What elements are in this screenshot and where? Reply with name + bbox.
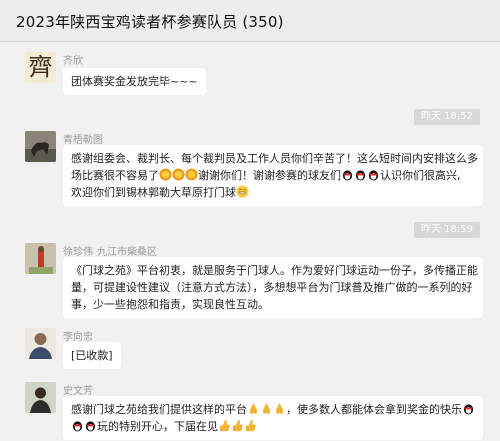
message-text: 认识你们很高兴, [380, 169, 461, 182]
horse-photo-icon [25, 131, 56, 162]
message-text: 团体赛奖金发放完毕~~~ [71, 75, 198, 88]
sender-name: 史文芳 [63, 386, 93, 397]
message-text: [已收款] [71, 349, 113, 362]
message-line: 感谢组委会、裁判长、每个裁判员及工作人员你们辛苦了！这么短时间内安排这么多 [71, 152, 478, 165]
sun-emoji-icon [185, 168, 198, 181]
pray-emoji-icon [262, 402, 271, 415]
message-bubble[interactable]: 《门球之苑》平台初衷，就是服务于门球人。作为爱好门球运动一份子，多传播正能 量，… [63, 257, 483, 318]
chat-area[interactable]: 齊 齐欣 团体赛奖金发放完毕~~~ 昨天 18:52 青梧勒图 感谢组委会、裁判… [0, 42, 500, 441]
sender-name: 齐欣 [63, 56, 83, 67]
chat-header: 2023年陕西宝鸡读者杯参赛队员 (350) [0, 0, 500, 42]
message-line: 玩的特别开心，下届在见 [71, 418, 475, 435]
avatar[interactable] [25, 243, 56, 274]
sender-location: 九江市柴桑区 [97, 247, 157, 258]
grin-emoji-icon [236, 185, 249, 198]
message-line: 欢迎你们到锡林郭勒大草原打门球 [71, 184, 475, 201]
avatar[interactable] [25, 328, 56, 359]
sender-name: 徐珍伟 [63, 247, 93, 258]
thumbs-up-emoji-icon [245, 419, 256, 432]
avatar-glyph: 齊 [28, 53, 53, 81]
qq-penguin-emoji-icon [85, 421, 96, 432]
message-text: 场比赛很不容易了 [71, 169, 159, 182]
message-text: ，使多数人都能体会拿到奖金的快乐 [286, 403, 462, 416]
person-photo-icon [25, 328, 56, 359]
sun-emoji-icon [159, 168, 172, 181]
avatar[interactable] [25, 131, 56, 162]
group-title: 2023年陕西宝鸡读者杯参赛队员 (350) [16, 13, 284, 31]
thumbs-up-emoji-icon [232, 419, 243, 432]
pray-emoji-icon [275, 402, 284, 415]
message-text: 欢迎你们到锡林郭勒大草原打门球 [71, 186, 236, 199]
qq-penguin-emoji-icon [355, 170, 366, 181]
message-line: 场比赛很不容易了 谢谢你们！谢谢参赛的球友们 认识你们很高兴, [71, 167, 475, 184]
qq-penguin-emoji-icon [342, 170, 353, 181]
message-text: 感谢门球之苑给我们提供这样的平台 [71, 403, 247, 416]
sun-emoji-icon [172, 168, 185, 181]
qq-penguin-emoji-icon [72, 421, 83, 432]
qq-penguin-emoji-icon [463, 404, 474, 415]
message-text: 玩的特别开心，下届在见 [97, 420, 218, 433]
avatar[interactable] [25, 382, 56, 413]
sender-name: 青梧勒图 [63, 135, 103, 146]
message-bubble[interactable]: 团体赛奖金发放完毕~~~ [63, 68, 206, 95]
message-bubble[interactable]: [已收款] [63, 342, 121, 369]
qq-penguin-emoji-icon [368, 170, 379, 181]
thumbs-up-emoji-icon [219, 419, 230, 432]
sender-name: 李向忠 [63, 332, 93, 343]
avatar[interactable]: 齊 [25, 52, 56, 83]
person-photo-icon [25, 243, 56, 274]
message-bubble[interactable]: 感谢门球之苑给我们提供这样的平台 ，使多数人都能体会拿到奖金的快乐 玩的特别开心，… [63, 396, 483, 440]
message-text: 谢谢你们！谢谢参赛的球友们 [198, 169, 341, 182]
message-line: 感谢门球之苑给我们提供这样的平台 ，使多数人都能体会拿到奖金的快乐 [71, 401, 475, 418]
pray-emoji-icon [249, 402, 258, 415]
message-line: 《门球之苑》平台初衷，就是服务于门球人。作为爱好门球运动一份子，多传播正能 [71, 264, 478, 277]
person-photo-icon [25, 382, 56, 413]
message-bubble[interactable]: 感谢组委会、裁判长、每个裁判员及工作人员你们辛苦了！这么短时间内安排这么多 场比… [63, 145, 483, 206]
timestamp: 昨天 18:59 [414, 222, 480, 238]
message-line: 事，少一些抱怨和指责，实现良性互动。 [71, 298, 269, 311]
timestamp: 昨天 18:52 [414, 109, 480, 125]
message-line: 量，可提建设性建议（注意方式方法），多想想平台为门球普及推广做的一系列的好 [71, 281, 473, 294]
